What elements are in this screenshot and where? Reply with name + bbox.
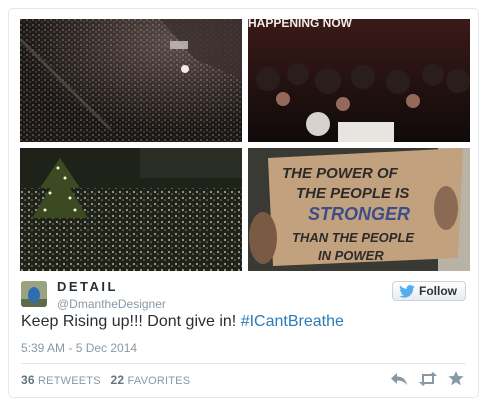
tweet-text-plain: Keep Rising up!!! Dont give in! — [21, 313, 241, 330]
user-handle[interactable]: @DmantheDesigner — [57, 297, 166, 311]
hashtag-link[interactable]: #ICantBreathe — [241, 313, 344, 330]
reply-icon[interactable] — [390, 372, 408, 391]
retweet-icon[interactable] — [418, 371, 438, 391]
star-icon[interactable] — [448, 371, 464, 391]
retweets-label: RETWEETS — [38, 375, 101, 387]
favorites-stat[interactable]: 22 FAVORITES — [110, 373, 191, 387]
sign-line-2: THE PEOPLE IS — [296, 185, 409, 202]
photo-protest-crowd[interactable]: HAPPENING NOW — [248, 19, 470, 142]
retweets-count: 36 — [21, 373, 35, 387]
favorites-count: 22 — [110, 373, 125, 387]
divider — [21, 363, 466, 364]
photo-banner-text: HAPPENING NOW — [248, 19, 353, 30]
tweet-actions — [390, 371, 464, 391]
tweet-text: Keep Rising up!!! Dont give in! #ICantBr… — [21, 313, 344, 331]
sign-line-1: THE POWER OF — [282, 165, 399, 182]
photo-aerial-crowd[interactable] — [20, 19, 242, 142]
tweet-card: HAPPENING NOW THE POWER OF THE PEOPLE IS… — [8, 8, 479, 398]
user-display-name[interactable]: DETAIL — [57, 279, 118, 294]
tweet-timestamp[interactable]: 5:39 AM - 5 Dec 2014 — [21, 341, 137, 355]
tweet-stats: 36 RETWEETS 22 FAVORITES — [21, 373, 190, 387]
follow-label: Follow — [419, 284, 457, 298]
sign-line-4: THAN THE PEOPLE — [292, 230, 414, 245]
retweets-stat[interactable]: 36 RETWEETS — [21, 373, 101, 387]
sign-line-3: STRONGER — [308, 204, 410, 224]
media-grid: HAPPENING NOW THE POWER OF THE PEOPLE IS… — [20, 19, 470, 271]
photo-protest-sign[interactable]: THE POWER OF THE PEOPLE IS STRONGER THAN… — [248, 148, 470, 271]
avatar[interactable] — [21, 281, 47, 307]
follow-button[interactable]: Follow — [392, 281, 466, 301]
favorites-label: FAVORITES — [127, 375, 191, 387]
sign-line-5: IN POWER — [318, 248, 384, 263]
photo-christmas-tree-crowd[interactable] — [20, 148, 242, 271]
twitter-bird-icon — [399, 284, 415, 298]
